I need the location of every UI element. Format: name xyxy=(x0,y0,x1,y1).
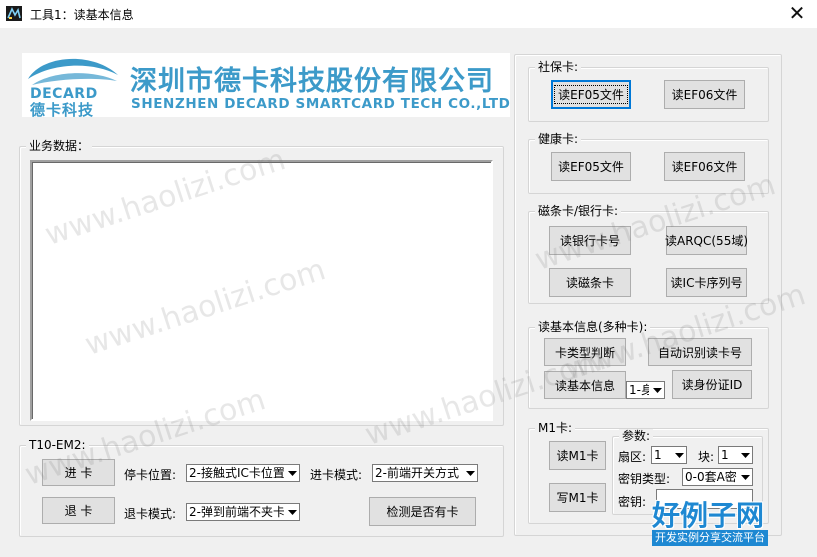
key-label: 密钥: xyxy=(618,495,647,509)
out-mode-select[interactable]: 2-弹到前端不夹卡 xyxy=(186,503,300,521)
out-mode-value: 2-弹到前端不夹卡 xyxy=(189,505,285,519)
block-select[interactable]: 1 xyxy=(718,446,753,464)
health-read-ef06-button[interactable]: 读EF06文件 xyxy=(664,152,745,181)
sector-value: 1 xyxy=(654,448,662,462)
m1-card-label: M1卡: xyxy=(535,421,576,435)
bank-card-label: 磁条卡/银行卡: xyxy=(535,204,622,218)
title-bar: 工具1：读基本信息 ✕ xyxy=(0,0,817,28)
health-card-label: 健康卡: xyxy=(535,132,582,146)
social-card-label: 社保卡: xyxy=(535,60,582,74)
company-name-en: SHENZHEN DECARD SMARTCARD TECH CO.,LTD. xyxy=(131,96,510,112)
chevron-down-icon xyxy=(737,469,752,485)
health-read-ef05-button[interactable]: 读EF05文件 xyxy=(551,152,631,181)
in-mode-label: 进卡模式: xyxy=(310,468,363,482)
out-mode-label: 退卡模式: xyxy=(124,507,177,521)
window-title: 工具1：读基本信息 xyxy=(30,8,134,22)
read-ic-serial-button[interactable]: 读IC卡序列号 xyxy=(666,268,747,297)
social-ef05-label: 读EF05文件 xyxy=(554,85,628,104)
stop-position-label: 停卡位置: xyxy=(124,468,177,482)
in-mode-value: 2-前端开关方式 xyxy=(375,466,459,480)
stop-position-select[interactable]: 2-接触式IC卡位置 xyxy=(186,464,300,482)
close-button[interactable]: ✕ xyxy=(777,0,817,28)
business-data-label: 业务数据： xyxy=(26,139,93,153)
company-banner: DECARD 德卡科技 深圳市德卡科技股份有限公司 SHENZHEN DECAR… xyxy=(22,53,510,117)
in-mode-select[interactable]: 2-前端开关方式 xyxy=(372,464,478,482)
t10-em2-label: T10-EM2: xyxy=(26,438,89,452)
chevron-down-icon xyxy=(671,447,686,463)
m1-params-label: 参数: xyxy=(619,429,654,443)
key-input[interactable] xyxy=(656,489,753,509)
read-arqc-button[interactable]: 读ARQC(55域) xyxy=(665,226,748,255)
read-bank-no-button[interactable]: 读银行卡号 xyxy=(549,226,631,255)
card-type-button[interactable]: 卡类型判断 xyxy=(544,338,626,366)
logo-cn: 德卡科技 xyxy=(30,101,95,117)
business-data-textbox[interactable] xyxy=(30,160,493,421)
sector-select[interactable]: 1 xyxy=(651,446,687,464)
chevron-down-icon xyxy=(284,465,299,481)
close-icon: ✕ xyxy=(788,1,806,25)
read-m1-button[interactable]: 读M1卡 xyxy=(549,441,606,470)
app-icon xyxy=(6,6,22,21)
chevron-down-icon xyxy=(649,382,664,398)
read-magstripe-button[interactable]: 读磁条卡 xyxy=(549,268,631,297)
key-type-select[interactable]: 0-0套A密钥 xyxy=(682,468,753,486)
block-label: 块: xyxy=(698,450,715,464)
in-card-button[interactable]: 进 卡 xyxy=(42,459,115,486)
basic-info-label: 读基本信息(多种卡): xyxy=(535,320,651,334)
stop-position-value: 2-接触式IC卡位置 xyxy=(189,466,285,480)
block-value: 1 xyxy=(721,448,729,462)
read-basic-info-button[interactable]: 读基本信息 xyxy=(544,371,626,399)
read-id-card-button[interactable]: 读身份证ID xyxy=(672,370,752,399)
chevron-down-icon xyxy=(462,465,477,481)
detect-card-button[interactable]: 检测是否有卡 xyxy=(369,497,476,526)
social-read-ef05-button[interactable]: 读EF05文件 xyxy=(551,80,631,109)
auto-read-card-no-button[interactable]: 自动识别读卡号 xyxy=(648,338,752,366)
sector-label: 扇区: xyxy=(618,450,647,464)
social-read-ef06-button[interactable]: 读EF06文件 xyxy=(664,80,745,109)
company-name-cn: 深圳市德卡科技股份有限公司 xyxy=(130,66,494,97)
chevron-down-icon xyxy=(737,447,752,463)
chevron-down-icon xyxy=(284,504,299,520)
key-type-label: 密钥类型: xyxy=(618,472,671,486)
out-card-button[interactable]: 退 卡 xyxy=(42,497,115,524)
basic-mode-select[interactable]: 1-身 xyxy=(626,381,665,399)
write-m1-button[interactable]: 写M1卡 xyxy=(549,483,606,512)
